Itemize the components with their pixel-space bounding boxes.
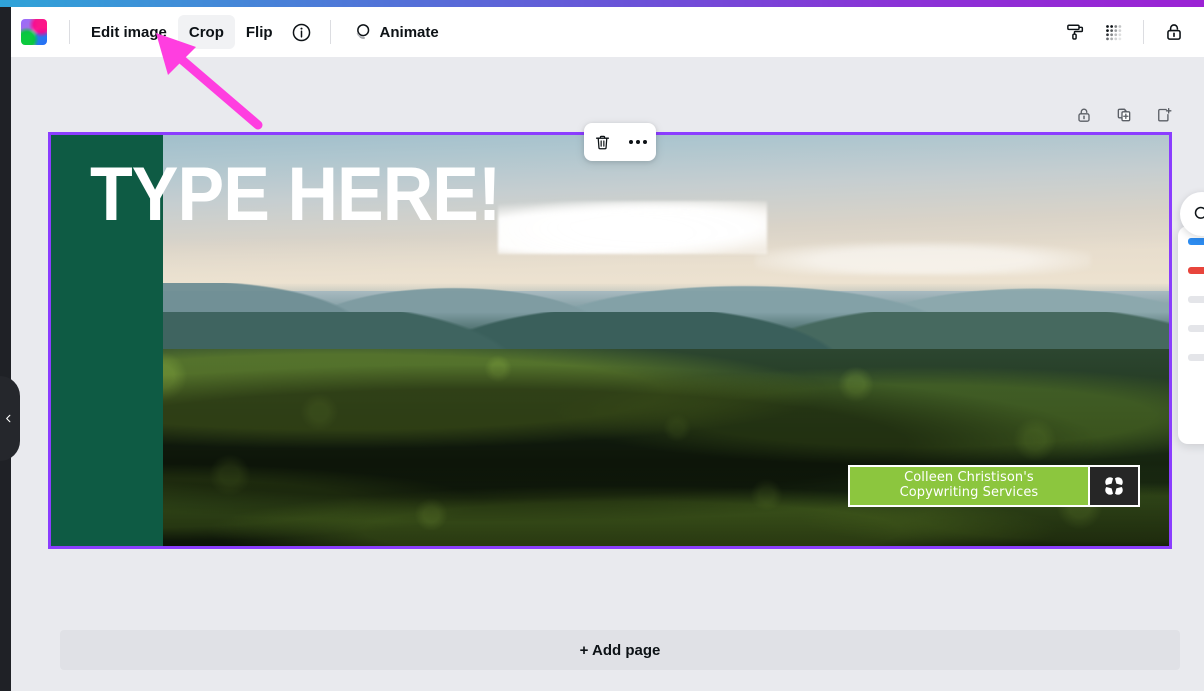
cloud-shape: [498, 200, 767, 255]
forest-foreground-layer: [51, 348, 1169, 546]
animate-label: Animate: [379, 23, 439, 41]
flip-label: Flip: [245, 23, 273, 41]
headline-text[interactable]: TYPE HERE!: [90, 156, 501, 232]
flip-button[interactable]: Flip: [235, 15, 284, 49]
animate-stacked-circles-icon: [356, 23, 369, 39]
edit-image-button[interactable]: Edit image: [80, 15, 178, 49]
paint-roller-icon: [1067, 24, 1084, 40]
panel-row-4: [1188, 325, 1204, 332]
trash-icon: [595, 135, 609, 149]
clover-flower-logo: [1102, 474, 1126, 498]
edit-image-label: Edit image: [91, 23, 167, 41]
transparency-checker-icon: [1106, 25, 1122, 41]
lock-page-button[interactable]: [1070, 101, 1098, 129]
element-context-toolbar: [584, 123, 656, 161]
crop-button[interactable]: Crop: [177, 15, 235, 49]
transparency-button[interactable]: [1095, 14, 1131, 50]
brand-name-text: Colleen Christison's Copywriting Services: [900, 471, 1039, 500]
more-options-button[interactable]: [624, 128, 652, 156]
lock-icon: [1167, 24, 1181, 40]
chevron-left-icon: [6, 414, 11, 423]
crop-label: Crop: [188, 23, 224, 41]
search-icon: [1194, 206, 1204, 219]
lock-button[interactable]: [1156, 14, 1192, 50]
page-canvas-selected[interactable]: TYPE HERE! Colleen Christison's Copywriti…: [48, 132, 1172, 549]
add-page-icon: [1158, 108, 1172, 122]
editor-toolbar: Edit image Crop Flip Animate: [11, 7, 1204, 57]
brand-logo-chip[interactable]: Colleen Christison's Copywriting Services: [847, 464, 1140, 507]
info-circle-icon: [292, 23, 311, 41]
paint-roller-button[interactable]: [1057, 14, 1093, 50]
top-gradient-bar: [0, 0, 1204, 7]
cloud-haze-shape: [755, 241, 1091, 275]
toolbar-divider-2: [329, 20, 331, 44]
brand-line-2: Copywriting Services: [899, 484, 1039, 500]
brand-line-1: Colleen Christison's: [904, 470, 1034, 486]
brand-name-bar: Colleen Christison's Copywriting Services: [849, 466, 1088, 505]
animate-button[interactable]: Animate: [341, 15, 450, 49]
right-side-panel[interactable]: [1178, 226, 1204, 444]
toolbar-divider-1: [69, 20, 70, 44]
add-page-button-top[interactable]: [1150, 101, 1178, 129]
add-page-label: + Add page: [579, 641, 661, 659]
left-sidebar-rail: [0, 7, 11, 691]
info-button[interactable]: [284, 14, 320, 50]
duplicate-page-icon: [1117, 108, 1131, 122]
canva-editor-window: Edit image Crop Flip Animate TYPE HERE! …: [0, 0, 1204, 691]
toolbar-divider-3: [1143, 20, 1144, 44]
page-tools-row: [1070, 101, 1178, 129]
panel-row-3: [1188, 296, 1204, 303]
add-page-bar[interactable]: + Add page: [60, 630, 1180, 670]
brand-logo-box: [1087, 466, 1138, 505]
duplicate-page-button[interactable]: [1110, 101, 1138, 129]
toolbar-left-group: Edit image Crop Flip Animate: [21, 14, 450, 50]
panel-row-2: [1188, 267, 1204, 274]
sidebar-collapse-handle[interactable]: [0, 376, 20, 461]
more-options-icon: [629, 140, 647, 144]
panel-row-5: [1188, 354, 1204, 361]
image-thumbnail[interactable]: [21, 19, 47, 45]
delete-element-button[interactable]: [588, 128, 616, 156]
lock-page-icon: [1078, 108, 1090, 122]
toolbar-right-group: [1057, 14, 1192, 50]
panel-row-1: [1188, 238, 1204, 245]
page-canvas: TYPE HERE! Colleen Christison's Copywriti…: [51, 135, 1169, 546]
